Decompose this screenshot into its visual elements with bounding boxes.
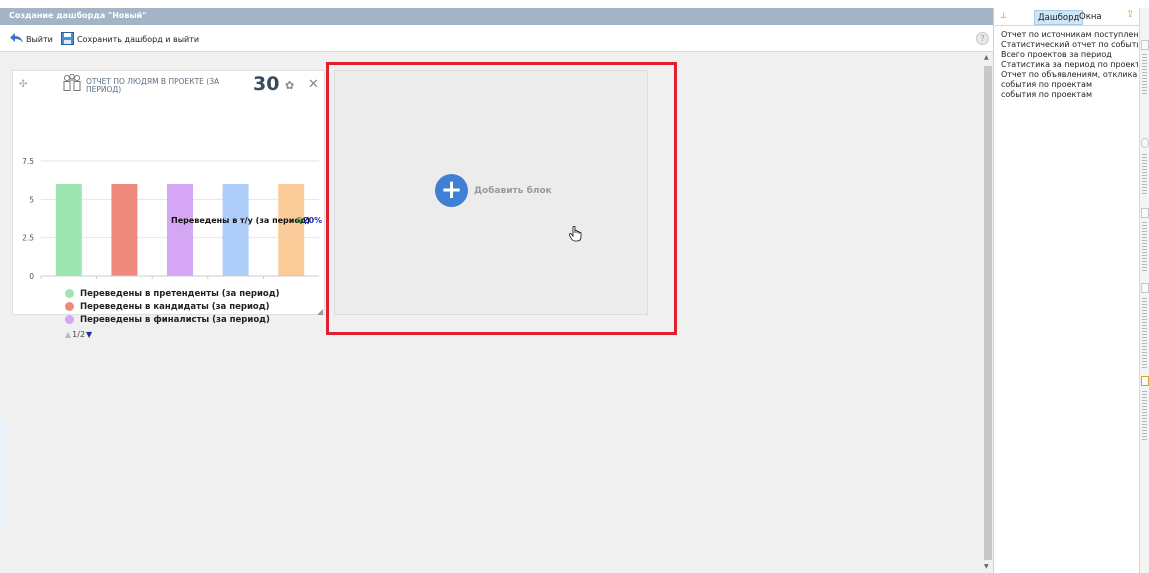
bar[interactable]	[167, 184, 193, 276]
strip-mark	[1141, 138, 1149, 148]
list-item[interactable]: события по проектам	[1001, 90, 1138, 100]
save-and-exit-button[interactable]: Сохранить дашборд и выйти	[61, 31, 200, 47]
floppy-disk-icon	[61, 31, 74, 47]
highlight-frame	[326, 62, 677, 335]
y-tick-label: 2.5	[22, 234, 34, 243]
right-edge-strip	[1139, 8, 1149, 573]
strip-text	[1142, 391, 1147, 441]
pager-text: 1/2	[72, 330, 86, 339]
tooltip-label: Переведены в т/у (за период)	[171, 216, 310, 225]
y-tick-label: 0	[29, 272, 34, 281]
hand-cursor-icon	[569, 225, 583, 245]
vertical-scrollbar[interactable]: ▲ ▼	[983, 52, 993, 573]
strip-mark	[1141, 208, 1149, 218]
legend-item[interactable]: Переведены в финалисты (за период)	[65, 313, 280, 326]
export-icon[interactable]: ⇪	[1126, 9, 1134, 20]
window-title: Создание дашборда "Новый"	[0, 8, 993, 25]
bar[interactable]	[111, 184, 138, 276]
strip-text	[1142, 54, 1147, 94]
legend-label: Переведены в претенденты (за период)	[80, 288, 280, 299]
list-item[interactable]: события по проектам	[1001, 80, 1138, 90]
legend-item[interactable]: Переведены в кандидаты (за период)	[65, 300, 280, 313]
save-and-exit-label: Сохранить дашборд и выйти	[77, 34, 200, 44]
side-panel: ⊥ Дашборд Окна ⇪ Отчет по источникам пос…	[993, 8, 1140, 573]
list-item[interactable]: Всего проектов за период	[1001, 50, 1138, 60]
bar[interactable]	[55, 184, 82, 276]
exit-button[interactable]: Выйти	[10, 32, 53, 46]
report-list: Отчет по источникам поступления Статисти…	[1001, 30, 1138, 100]
left-edge-glow	[0, 422, 12, 522]
legend-item[interactable]: Переведены в претенденты (за период)	[65, 287, 280, 300]
strip-mark	[1141, 376, 1149, 386]
legend-pager: ▲ 1/2 ▼	[65, 330, 92, 339]
bar[interactable]	[222, 184, 249, 276]
toolbar: Выйти Сохранить дашборд и выйти ?	[0, 25, 993, 52]
scroll-thumb[interactable]	[984, 66, 992, 560]
scroll-down-icon[interactable]: ▼	[984, 563, 989, 570]
list-item[interactable]: Статистика за период по проектам	[1001, 60, 1138, 70]
strip-mark	[1141, 283, 1149, 293]
legend-dot	[65, 289, 74, 298]
pager-down-icon[interactable]: ▼	[86, 330, 92, 339]
strip-text	[1142, 298, 1147, 368]
pin-icon[interactable]: ⊥	[1000, 11, 1007, 20]
strip-text	[1142, 222, 1147, 272]
dashboard-canvas: ✣ ОТЧЕТ ПО ЛЮДЯМ В ПРОЕКТЕ (ЗА ПЕРИОД) 3…	[0, 52, 983, 573]
y-tick-label: 5	[29, 195, 34, 204]
legend-dot	[65, 315, 74, 324]
tab-windows[interactable]: Окна	[1076, 10, 1105, 25]
scroll-up-icon[interactable]: ▲	[984, 54, 989, 61]
chart-legend: Переведены в претенденты (за период) Пер…	[65, 287, 280, 326]
pager-up-icon[interactable]: ▲	[65, 330, 71, 339]
bar-chart: 02.557.5 Переведены в т/у (за период) 6 …	[22, 157, 322, 281]
help-icon[interactable]: ?	[976, 32, 989, 45]
legend-label: Переведены в кандидаты (за период)	[80, 301, 270, 312]
back-arrow-icon	[10, 33, 23, 45]
list-item[interactable]: Отчет по источникам поступления	[1001, 30, 1138, 40]
tooltip-value: 6	[296, 216, 302, 225]
strip-text	[1142, 154, 1147, 196]
legend-label: Переведены в финалисты (за период)	[80, 314, 270, 325]
report-widget[interactable]: ✣ ОТЧЕТ ПО ЛЮДЯМ В ПРОЕКТЕ (ЗА ПЕРИОД) 3…	[12, 70, 325, 339]
tooltip-percent: 20%	[303, 216, 322, 225]
side-panel-tabs: ⊥ Дашборд Окна ⇪	[994, 8, 1140, 26]
dashboard-editor-window: Создание дашборда "Новый" Выйти Сохранит…	[0, 8, 993, 573]
list-item[interactable]: Статистический отчет по событиям	[1001, 40, 1138, 50]
y-tick-label: 7.5	[22, 157, 34, 166]
exit-label: Выйти	[26, 34, 53, 44]
strip-mark	[1141, 40, 1149, 50]
resize-handle-icon[interactable]: ◢	[317, 307, 323, 316]
list-item[interactable]: Отчет по объявлениям, откликам	[1001, 70, 1138, 80]
legend-dot	[65, 302, 74, 311]
bar[interactable]	[278, 184, 305, 276]
